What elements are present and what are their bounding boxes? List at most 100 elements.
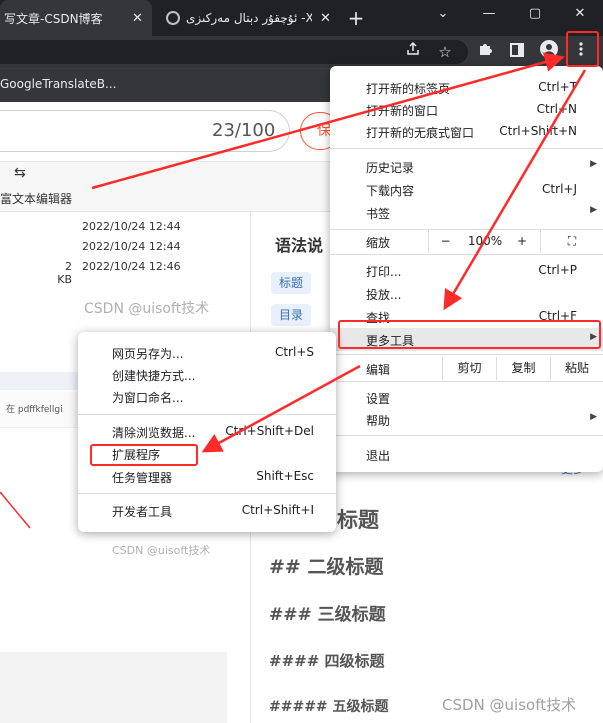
menu-shortcut: Ctrl+N	[536, 102, 577, 116]
submenu-arrow-icon: ▶	[590, 205, 597, 215]
file-size: 2 KB	[57, 260, 72, 286]
menu-help[interactable]: 帮助 ▶	[330, 408, 603, 431]
menu-label: 网页另存为...	[112, 347, 184, 361]
tab-csdn[interactable]: 写文章-CSDN博客 ✕	[0, 0, 152, 36]
menu-label: 下载内容	[366, 184, 415, 198]
close-tab-icon[interactable]: ✕	[320, 11, 331, 26]
more-tools-submenu: 网页另存为... Ctrl+S 创建快捷方式... 为窗口命名... 清除浏览数…	[78, 332, 336, 532]
menu-print[interactable]: 打印... Ctrl+P	[330, 259, 603, 282]
menu-edit-row: 编辑 剪切 复制 粘贴	[330, 357, 603, 380]
file-date: 2022/10/24 12:44	[82, 220, 181, 233]
menu-label: 设置	[366, 392, 391, 406]
share-icon[interactable]	[400, 40, 426, 64]
menu-label: 书签	[366, 207, 391, 221]
menu-shortcut: Ctrl+Shift+I	[241, 503, 314, 517]
file-row: 2022/10/24 12:44	[0, 220, 250, 240]
menu-label: 打印...	[366, 265, 402, 279]
menu-label: 历史记录	[366, 161, 415, 175]
highlight-extensions	[90, 444, 198, 466]
address-bar[interactable]	[0, 40, 468, 64]
puzzle-icon[interactable]	[472, 40, 498, 64]
menu-label: 编辑	[366, 363, 391, 377]
menu-shortcut: Shift+Esc	[256, 469, 314, 483]
restore-button[interactable]: ▢	[512, 0, 558, 28]
file-row: 2 KB 2022/10/24 12:46	[0, 260, 250, 286]
menu-label: 投放...	[366, 288, 402, 302]
menu-label: 创建快捷方式...	[112, 369, 196, 383]
menu-shortcut: Ctrl+Shift+Del	[225, 424, 314, 438]
fullscreen-icon[interactable]: ⛶	[540, 230, 603, 253]
chip-heading[interactable]: 标题	[271, 272, 312, 294]
editor-bottom-area	[0, 652, 227, 723]
profile-icon[interactable]	[536, 40, 562, 64]
cut-button[interactable]: 剪切	[442, 357, 496, 380]
menu-label: 为窗口命名...	[112, 391, 184, 405]
paste-button[interactable]: 粘贴	[550, 357, 603, 380]
file-date: 2022/10/24 12:46	[82, 260, 181, 273]
menu-label: 打开新的窗口	[366, 104, 439, 118]
menu-dev-tools[interactable]: 开发者工具 Ctrl+Shift+I	[78, 499, 336, 522]
menu-create-shortcut[interactable]: 创建快捷方式...	[78, 363, 336, 386]
md-heading-2: ## 二级标题	[269, 556, 384, 578]
browser-toolbar: ☆	[0, 36, 603, 68]
md-heading-4: #### 四级标题	[269, 652, 385, 670]
chip-toc[interactable]: 目录	[271, 304, 312, 326]
menu-label: 退出	[366, 449, 391, 463]
tab-search-icon[interactable]: ⌄	[420, 0, 466, 28]
menu-separator	[330, 254, 603, 255]
close-window-button[interactable]: ✕	[557, 0, 603, 28]
menu-label: 开发者工具	[112, 505, 173, 519]
save-label: 保	[317, 123, 331, 139]
copy-button[interactable]: 复制	[496, 357, 550, 380]
menu-new-window[interactable]: 打开新的窗口 Ctrl+N	[330, 98, 603, 121]
sidepanel-icon[interactable]	[504, 40, 530, 64]
menu-settings[interactable]: 设置	[330, 386, 603, 409]
zoom-out-button[interactable]: −	[428, 230, 462, 253]
menu-save-page[interactable]: 网页另存为... Ctrl+S	[78, 341, 336, 364]
menu-shortcut: Ctrl+P	[538, 263, 577, 277]
menu-zoom-row: 缩放 − 100% + ⛶	[330, 230, 603, 253]
submenu-arrow-icon: ▶	[590, 412, 597, 422]
rich-text-editor-label[interactable]: 富文本编辑器	[0, 190, 72, 207]
menu-task-manager[interactable]: 任务管理器 Shift+Esc	[78, 465, 336, 488]
menu-separator	[330, 148, 603, 149]
menu-separator	[330, 381, 603, 382]
menu-history[interactable]: 历史记录 ▶	[330, 155, 603, 178]
close-tab-icon[interactable]: ✕	[132, 11, 143, 26]
swap-icon[interactable]: ⇆	[14, 165, 26, 181]
menu-separator	[78, 414, 336, 415]
highlight-kebab-menu	[566, 31, 599, 67]
menu-exit[interactable]: 退出	[330, 443, 603, 466]
tab-strip: 写文章-CSDN博客 ✕ ئۇچقۇر دېتال مەركىزى -X ✕ +…	[0, 0, 603, 36]
menu-shortcut: Ctrl+Shift+N	[499, 124, 577, 138]
menu-new-tab[interactable]: 打开新的标签页 Ctrl+T	[330, 76, 603, 99]
extension-path-text: 在 pdffkfellgi	[6, 405, 63, 415]
menu-separator	[330, 435, 603, 436]
md-heading-3: ### 三级标题	[269, 605, 386, 625]
menu-name-window[interactable]: 为窗口命名...	[78, 385, 336, 408]
zoom-level: 100%	[467, 234, 503, 248]
watermark: CSDN @uisoft技术	[84, 301, 210, 317]
menu-label: 任务管理器	[112, 471, 173, 485]
menu-downloads[interactable]: 下载内容 Ctrl+J	[330, 178, 603, 201]
menu-cast[interactable]: 投放...	[330, 282, 603, 305]
tab-title: ئۇچقۇر دېتال مەركىزى -X	[186, 11, 312, 25]
tab-title: 写文章-CSDN博客	[4, 11, 103, 26]
menu-incognito[interactable]: 打开新的无痕式窗口 Ctrl+Shift+N	[330, 120, 603, 143]
menu-clear-data[interactable]: 清除浏览数据... Ctrl+Shift+Del	[78, 420, 336, 443]
menu-separator	[78, 493, 336, 494]
md-heading-5: ##### 五级标题	[269, 699, 389, 715]
menu-label: 清除浏览数据...	[112, 426, 196, 440]
menu-shortcut: Ctrl+J	[542, 182, 577, 196]
menu-shortcut: Ctrl+T	[538, 80, 577, 94]
menu-label: 缩放	[366, 236, 391, 250]
bookmark-item[interactable]: GoogleTranslateB...	[0, 77, 116, 91]
new-tab-button[interactable]: +	[344, 6, 368, 30]
minimize-button[interactable]: —	[466, 0, 512, 28]
menu-bookmarks[interactable]: 书签 ▶	[330, 201, 603, 224]
file-date: 2022/10/24 12:44	[82, 240, 181, 253]
tab-app-center[interactable]: ئۇچقۇر دېتال مەركىزى -X ✕	[158, 0, 338, 36]
star-icon[interactable]: ☆	[432, 40, 458, 64]
submenu-arrow-icon: ▶	[590, 159, 597, 169]
zoom-in-button[interactable]: +	[508, 230, 536, 253]
